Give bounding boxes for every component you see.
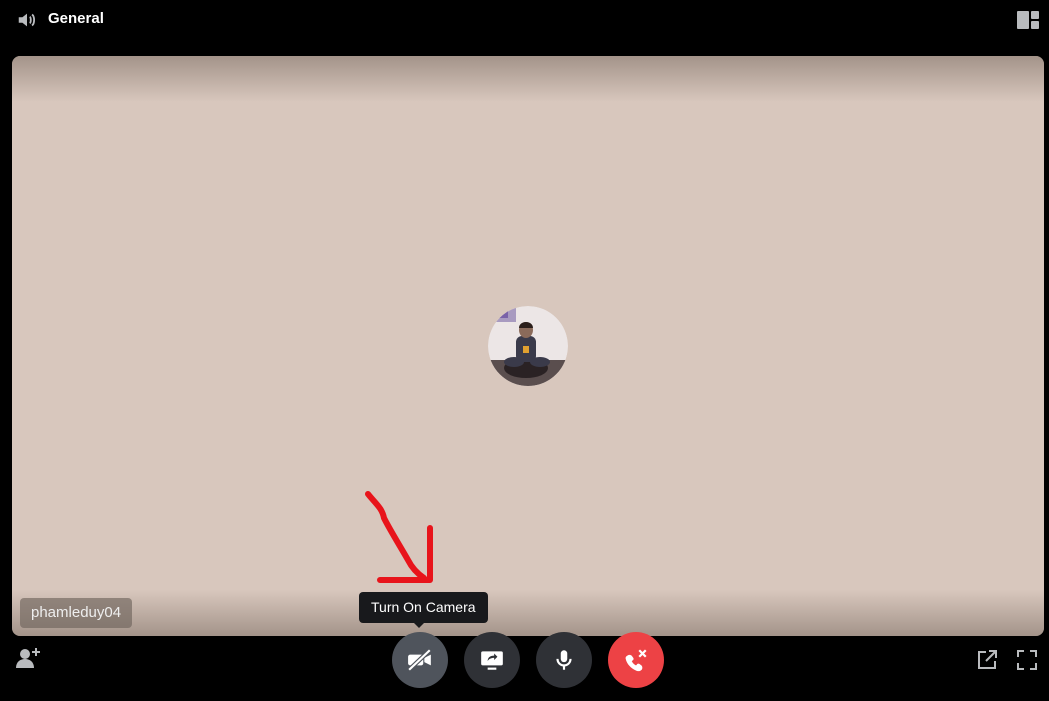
microphone-button[interactable] bbox=[536, 632, 592, 688]
speaker-icon bbox=[18, 13, 36, 27]
camera-tooltip: Turn On Camera bbox=[359, 592, 488, 628]
leave-call-button[interactable] bbox=[608, 632, 664, 688]
tooltip-text: Turn On Camera bbox=[371, 599, 476, 615]
user-avatar[interactable] bbox=[488, 306, 568, 386]
leave-call-icon bbox=[625, 649, 647, 672]
microphone-icon bbox=[556, 650, 572, 670]
video-tile[interactable]: phamleduy04 bbox=[12, 56, 1044, 636]
tile-shade-bottom bbox=[12, 590, 1044, 636]
screen-share-icon bbox=[481, 651, 503, 670]
grid-layout-icon[interactable] bbox=[1017, 11, 1039, 29]
tile-shade-top bbox=[12, 56, 1044, 102]
screen-share-button[interactable] bbox=[464, 632, 520, 688]
channel-title: General bbox=[48, 10, 104, 27]
red-arrow-annotation bbox=[365, 491, 433, 583]
fullscreen-icon[interactable] bbox=[1016, 649, 1038, 671]
popout-icon[interactable] bbox=[976, 649, 998, 671]
camera-toggle-button[interactable] bbox=[392, 632, 448, 688]
call-header: General bbox=[0, 0, 1049, 40]
add-user-icon[interactable] bbox=[16, 646, 42, 670]
tooltip-caret bbox=[414, 623, 424, 628]
camera-off-icon bbox=[407, 648, 432, 672]
participant-name-tag: phamleduy04 bbox=[20, 598, 133, 628]
